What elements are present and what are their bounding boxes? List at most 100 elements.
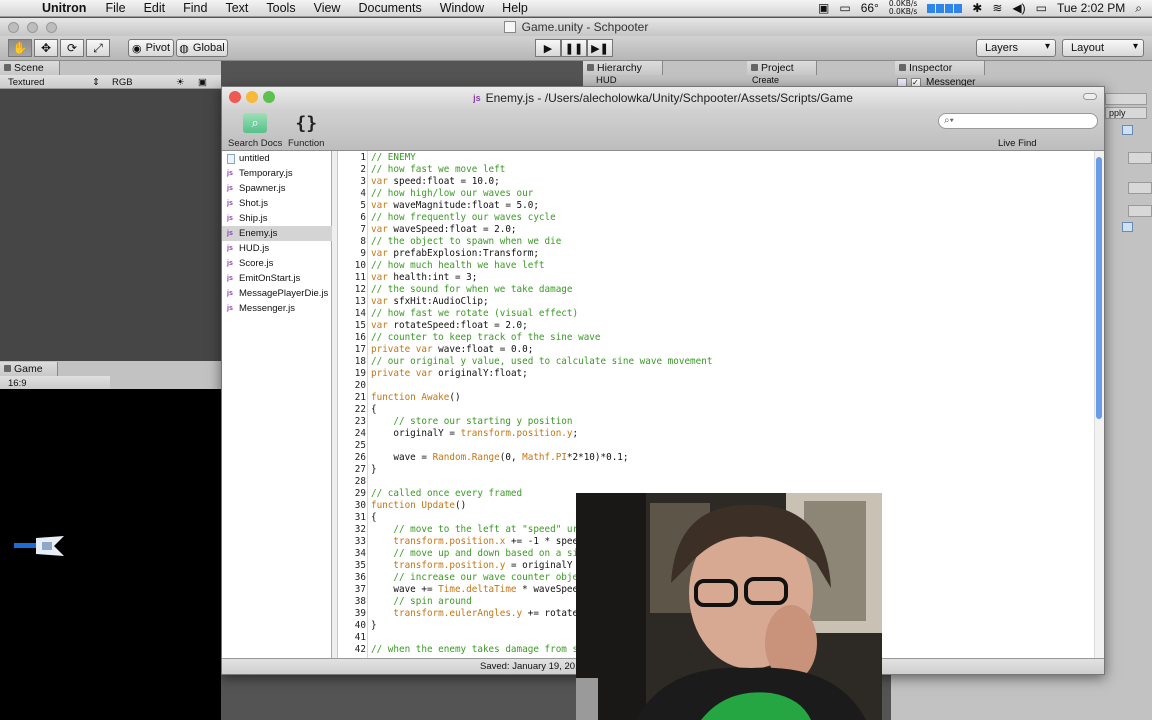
pivot-button[interactable]: ◉ Pivot (128, 39, 174, 57)
function-button[interactable]: {} Function (288, 111, 324, 150)
minimize-icon[interactable] (246, 91, 258, 103)
code-line: // called once every framed (371, 488, 523, 499)
menu-view[interactable]: View (305, 1, 350, 15)
file-item-hud[interactable]: js HUD.js (222, 241, 332, 256)
file-item-spawner[interactable]: js Spawner.js (222, 181, 332, 196)
display-icon[interactable]: ▭ (839, 1, 850, 15)
inspector-tab[interactable]: Inspector (895, 61, 985, 75)
clock[interactable]: Tue 2:02 PM (1057, 1, 1125, 15)
temperature-readout[interactable]: 66° (861, 1, 879, 15)
play-button[interactable]: ▶ (535, 39, 561, 57)
toolbar-toggle-button[interactable] (1083, 93, 1097, 100)
file-item-ship[interactable]: js Ship.js (222, 211, 332, 226)
battery-icon[interactable]: ▭ (1036, 1, 1047, 15)
file-item-messageplayerdie[interactable]: js MessagePlayerDie.js (222, 286, 332, 301)
hierarchy-item-hud[interactable]: HUD (596, 75, 617, 86)
global-button[interactable]: ◍ Global (176, 39, 228, 57)
menubar: Unitron File Edit Find Text Tools View D… (0, 0, 1152, 17)
menu-help[interactable]: Help (493, 1, 537, 15)
unity-zoom-icon[interactable] (46, 22, 57, 33)
editor-window-controls (229, 91, 275, 103)
apply-button[interactable]: pply (1105, 107, 1147, 119)
pivot-label: Pivot (145, 42, 171, 54)
live-find-input[interactable] (938, 113, 1098, 129)
layers-dropdown[interactable]: Layers (976, 39, 1056, 57)
move-tool-icon[interactable]: ✥ (34, 39, 58, 57)
scene-render-mode-dropdown[interactable]: RGB (112, 77, 133, 88)
js-file-icon: js (227, 290, 233, 297)
file-item-enemy[interactable]: js Enemy.js (222, 226, 332, 241)
file-item-temporary[interactable]: js Temporary.js (222, 166, 332, 181)
menu-app-name[interactable]: Unitron (32, 1, 96, 15)
network-readout[interactable]: 0.0KB/s 0.0KB/s (889, 0, 917, 16)
component-icon (1122, 222, 1133, 232)
line-number: 42 (354, 644, 366, 655)
game-tab[interactable]: Game (0, 362, 58, 376)
inspector-field[interactable] (1128, 152, 1152, 164)
file-list: untitled js Temporary.js js Spawner.js js S… (222, 151, 332, 658)
cpu-meter-icon[interactable] (927, 3, 963, 13)
rotate-tool-icon[interactable]: ⟳ (60, 39, 84, 57)
unity-window-title: Game.unity - Schpooter (521, 20, 649, 34)
inspector-field[interactable] (1105, 93, 1147, 105)
unity-minimize-icon[interactable] (27, 22, 38, 33)
menu-edit[interactable]: Edit (135, 1, 175, 15)
aspect-dropdown[interactable]: 16:9 (0, 376, 110, 390)
line-number: 9 (360, 248, 366, 259)
wifi-icon[interactable]: ≋ (992, 1, 1002, 15)
menu-file[interactable]: File (96, 1, 134, 15)
hand-tool-icon[interactable]: ✋ (8, 39, 32, 57)
inspector-field[interactable] (1128, 182, 1152, 194)
inspector-field[interactable] (1128, 205, 1152, 217)
scale-tool-icon[interactable]: ⤢ (86, 39, 110, 57)
search-docs-button[interactable]: ⌕ Search Docs (228, 111, 282, 149)
project-tab[interactable]: Project (747, 61, 817, 75)
unity-close-icon[interactable] (8, 22, 19, 33)
line-number: 3 (360, 176, 366, 187)
line-number: 40 (354, 620, 366, 631)
step-button[interactable]: ▶❚ (587, 39, 613, 57)
light-toggle-icon[interactable]: ☀ (176, 77, 185, 88)
line-number: 38 (354, 596, 366, 607)
camera-icon[interactable]: ▣ (818, 1, 829, 15)
layout-dropdown[interactable]: Layout (1062, 39, 1144, 57)
file-name: Spawner.js (239, 183, 286, 194)
line-number: 6 (360, 212, 366, 223)
pause-button[interactable]: ❚❚ (561, 39, 587, 57)
volume-icon[interactable]: ◀) (1012, 1, 1025, 15)
code-line: // when the enemy takes damage from s (371, 644, 579, 655)
menu-tools[interactable]: Tools (257, 1, 304, 15)
scene-view[interactable] (0, 89, 221, 361)
file-item-shot[interactable]: js Shot.js (222, 196, 332, 211)
scene-toolbar: Textured ⇕ RGB ☀ ▣ (0, 75, 221, 89)
close-icon[interactable] (229, 91, 241, 103)
menu-window[interactable]: Window (431, 1, 493, 15)
menu-find[interactable]: Find (174, 1, 216, 15)
bluetooth-icon[interactable]: ✱ (972, 1, 982, 15)
project-create-button[interactable]: Create (752, 75, 779, 85)
code-line: // increase our wave counter obje (371, 572, 579, 583)
document-icon (503, 21, 516, 33)
file-item-emitonstart[interactable]: js EmitOnStart.js (222, 271, 332, 286)
hierarchy-tab[interactable]: Hierarchy (583, 61, 663, 75)
file-item-score[interactable]: js Score.js (222, 256, 332, 271)
file-item-messenger[interactable]: js Messenger.js (222, 301, 332, 316)
line-number: 4 (360, 188, 366, 199)
spotlight-icon[interactable]: ⌕ (1135, 1, 1142, 16)
line-number: 8 (360, 236, 366, 247)
scene-shading-dropdown[interactable]: Textured (8, 77, 44, 88)
code-line: // how much health we have left (371, 260, 545, 271)
menu-documents[interactable]: Documents (349, 1, 430, 15)
line-number: 36 (354, 572, 366, 583)
scene-tab[interactable]: Scene (0, 61, 60, 75)
line-number: 31 (354, 512, 366, 523)
js-file-icon: js (227, 260, 233, 267)
file-item-untitled[interactable]: untitled (222, 151, 332, 166)
scrollbar-thumb[interactable] (1096, 157, 1102, 419)
code-line: // the object to spawn when we die (371, 236, 562, 247)
menu-text[interactable]: Text (216, 1, 257, 15)
image-toggle-icon[interactable]: ▣ (198, 77, 207, 88)
file-name: Shot.js (239, 198, 269, 209)
line-number: 34 (354, 548, 366, 559)
zoom-icon[interactable] (263, 91, 275, 103)
